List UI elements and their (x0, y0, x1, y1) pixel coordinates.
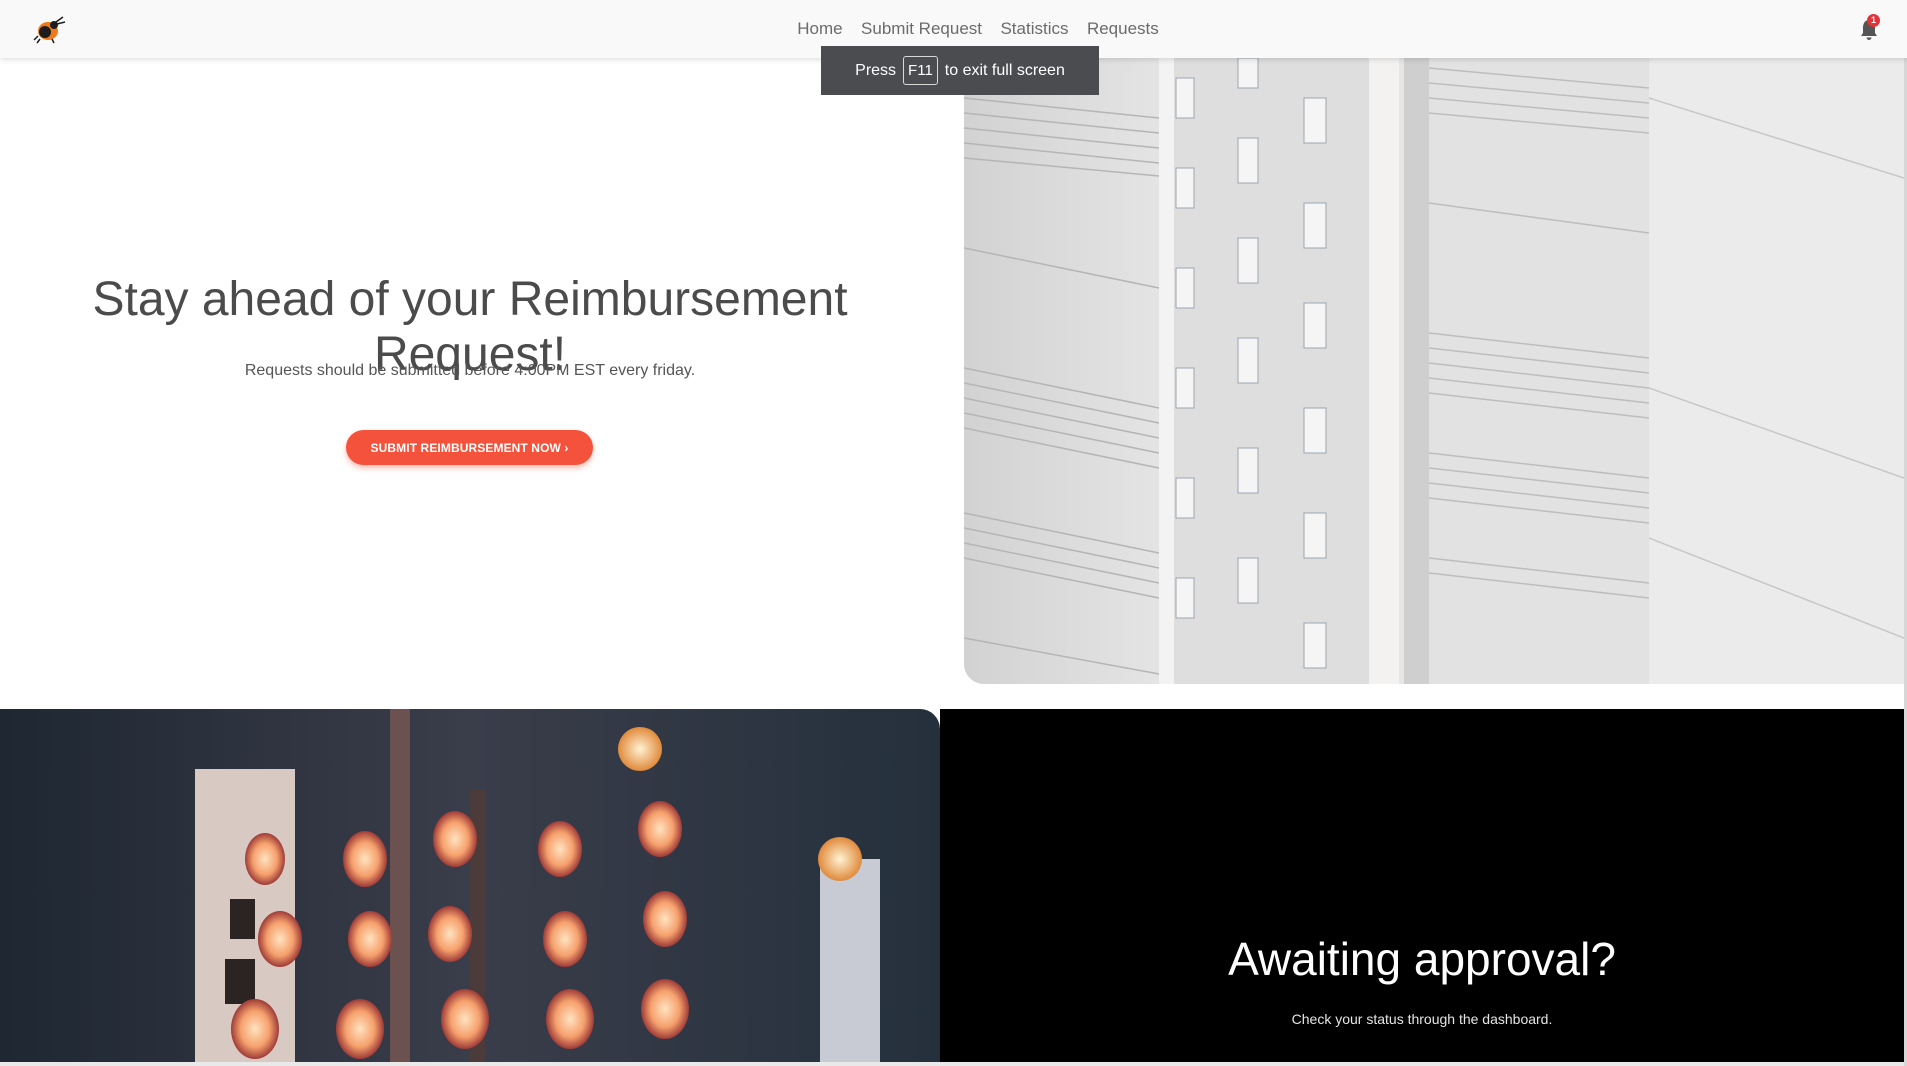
toast-key: F11 (903, 56, 938, 85)
page-bottom-divider (0, 1062, 1904, 1066)
nav-requests[interactable]: Requests (1087, 19, 1159, 39)
approval-title: Awaiting approval? (1228, 933, 1616, 985)
nav-submit-request[interactable]: Submit Request (861, 19, 982, 39)
hero-building-image (964, 58, 1904, 684)
building-illustration (964, 58, 1904, 684)
nav-statistics[interactable]: Statistics (1000, 19, 1068, 39)
approval-section: Awaiting approval? Check your status thr… (940, 709, 1904, 1066)
lanterns-image (0, 709, 940, 1066)
fullscreen-toast: Press F11 to exit full screen (821, 46, 1099, 95)
approval-subtitle: Check your status through the dashboard. (1291, 1011, 1553, 1027)
submit-reimbursement-button[interactable]: Submit Reimbursement Now › (346, 430, 593, 465)
hero-section: Stay ahead of your Reimbursement Request… (0, 58, 964, 708)
nav-links: Home Submit Request Statistics Requests (0, 19, 1907, 39)
toast-text-after: to exit full screen (944, 61, 1065, 79)
toast-text-before: Press (855, 61, 897, 79)
notification-badge: 1 (1867, 14, 1880, 27)
nav-home[interactable]: Home (797, 19, 842, 39)
hero-subtitle: Requests should be submitted before 4:00… (244, 362, 696, 379)
lanterns-illustration (0, 709, 940, 1066)
